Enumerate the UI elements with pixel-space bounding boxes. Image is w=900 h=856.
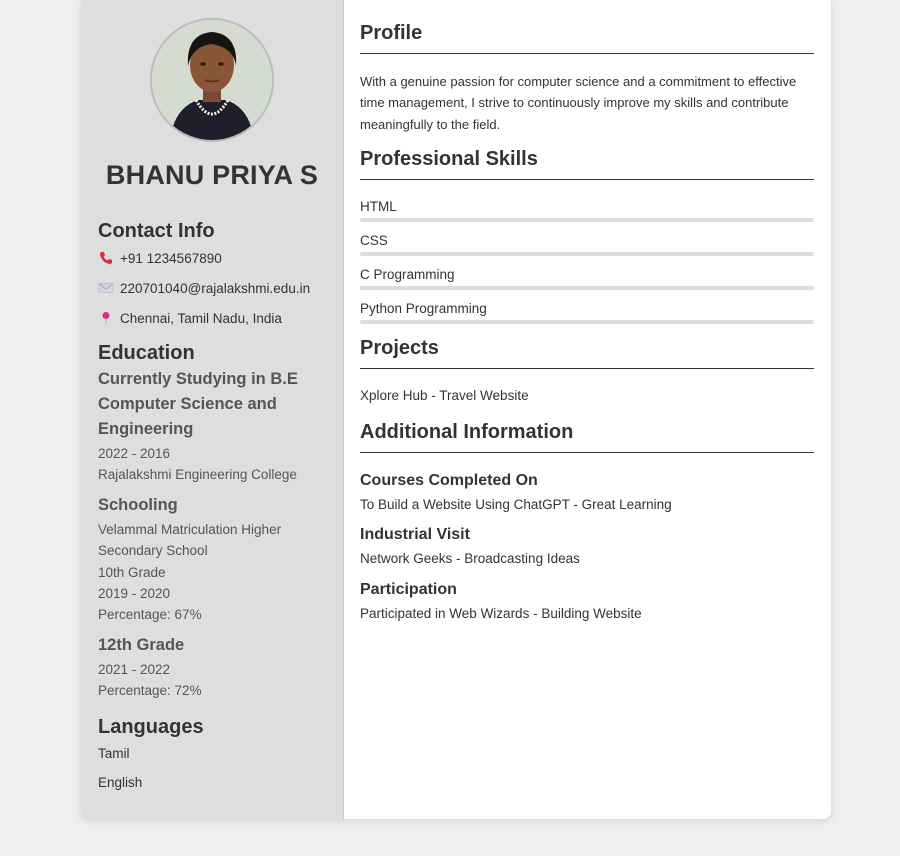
profile-line-3: meaningfully to the field. [360,117,501,132]
degree-years: 2022 - 2016 [98,446,171,461]
profile-photo [150,18,274,142]
additional-info-heading: Additional Information [360,421,814,453]
contact-heading: Contact Info [98,220,215,242]
skill-label: C Programming [360,267,455,282]
school-line-2: Secondary School [98,543,208,558]
location-text: Chennai, Tamil Nadu, India [120,310,282,326]
phone-text: +91 1234567890 [120,250,222,266]
email-icon [98,280,114,296]
degree-line-2: Computer Science and [98,395,277,413]
avatar-icon [152,20,272,140]
degree-line-1: Currently Studying in B.E [98,370,298,388]
location-pin-icon [98,310,114,326]
contact-location: Chennai, Tamil Nadu, India [98,310,282,326]
projects-heading: Projects [360,337,814,369]
school-line-1: Velammal Matriculation Higher [98,522,282,537]
participation-value: Participated in Web Wizards - Building W… [360,606,642,621]
profile-line-2: time management, I strive to continuousl… [360,95,789,110]
email-text: 220701040@rajalakshmi.edu.in [120,280,311,296]
resume-card: BHANU PRIYA S Contact Info +91 123456789… [81,0,831,819]
participation-heading: Participation [360,581,457,598]
contact-phone[interactable]: +91 1234567890 [98,250,222,266]
skill-bar [360,218,814,222]
grade-10-years: 2019 - 2020 [98,586,171,601]
skill-item: HTML [360,199,814,222]
industrial-visit-value: Network Geeks - Broadcasting Ideas [360,551,580,566]
skill-item: Python Programming [360,301,814,324]
education-heading: Education [98,342,195,364]
phone-icon [98,250,114,266]
profile-line-1: With a genuine passion for computer scie… [360,74,797,89]
skills-heading: Professional Skills [360,148,814,180]
project-item: Xplore Hub - Travel Website [360,388,529,403]
language-item: Tamil [98,746,130,761]
degree-line-3: Engineering [98,420,194,438]
person-name: BHANU PRIYA S [105,160,319,190]
industrial-visit-heading: Industrial Visit [360,526,470,543]
skill-label: HTML [360,199,397,214]
schooling-heading: Schooling [98,496,178,514]
skill-item: C Programming [360,267,814,290]
college-name: Rajalakshmi Engineering College [98,467,297,482]
language-item: English [98,775,143,790]
courses-value: To Build a Website Using ChatGPT - Great… [360,497,672,512]
grade-10-percentage: Percentage: 67% [98,607,202,622]
skill-bar [360,286,814,290]
skill-label: CSS [360,233,388,248]
skill-bar [360,320,814,324]
grade-10-label: 10th Grade [98,565,166,580]
courses-heading: Courses Completed On [360,472,538,489]
skill-bar [360,252,814,256]
contact-email[interactable]: 220701040@rajalakshmi.edu.in [98,280,310,296]
grade-12-percentage: Percentage: 72% [98,683,202,698]
profile-heading: Profile [360,22,814,54]
skill-label: Python Programming [360,301,487,316]
languages-heading: Languages [98,716,204,738]
skill-item: CSS [360,233,814,256]
sidebar: BHANU PRIYA S Contact Info +91 123456789… [81,0,344,819]
grade-12-heading: 12th Grade [98,636,185,654]
grade-12-years: 2021 - 2022 [98,662,171,677]
main-content: Profile With a genuine passion for compu… [344,0,831,819]
